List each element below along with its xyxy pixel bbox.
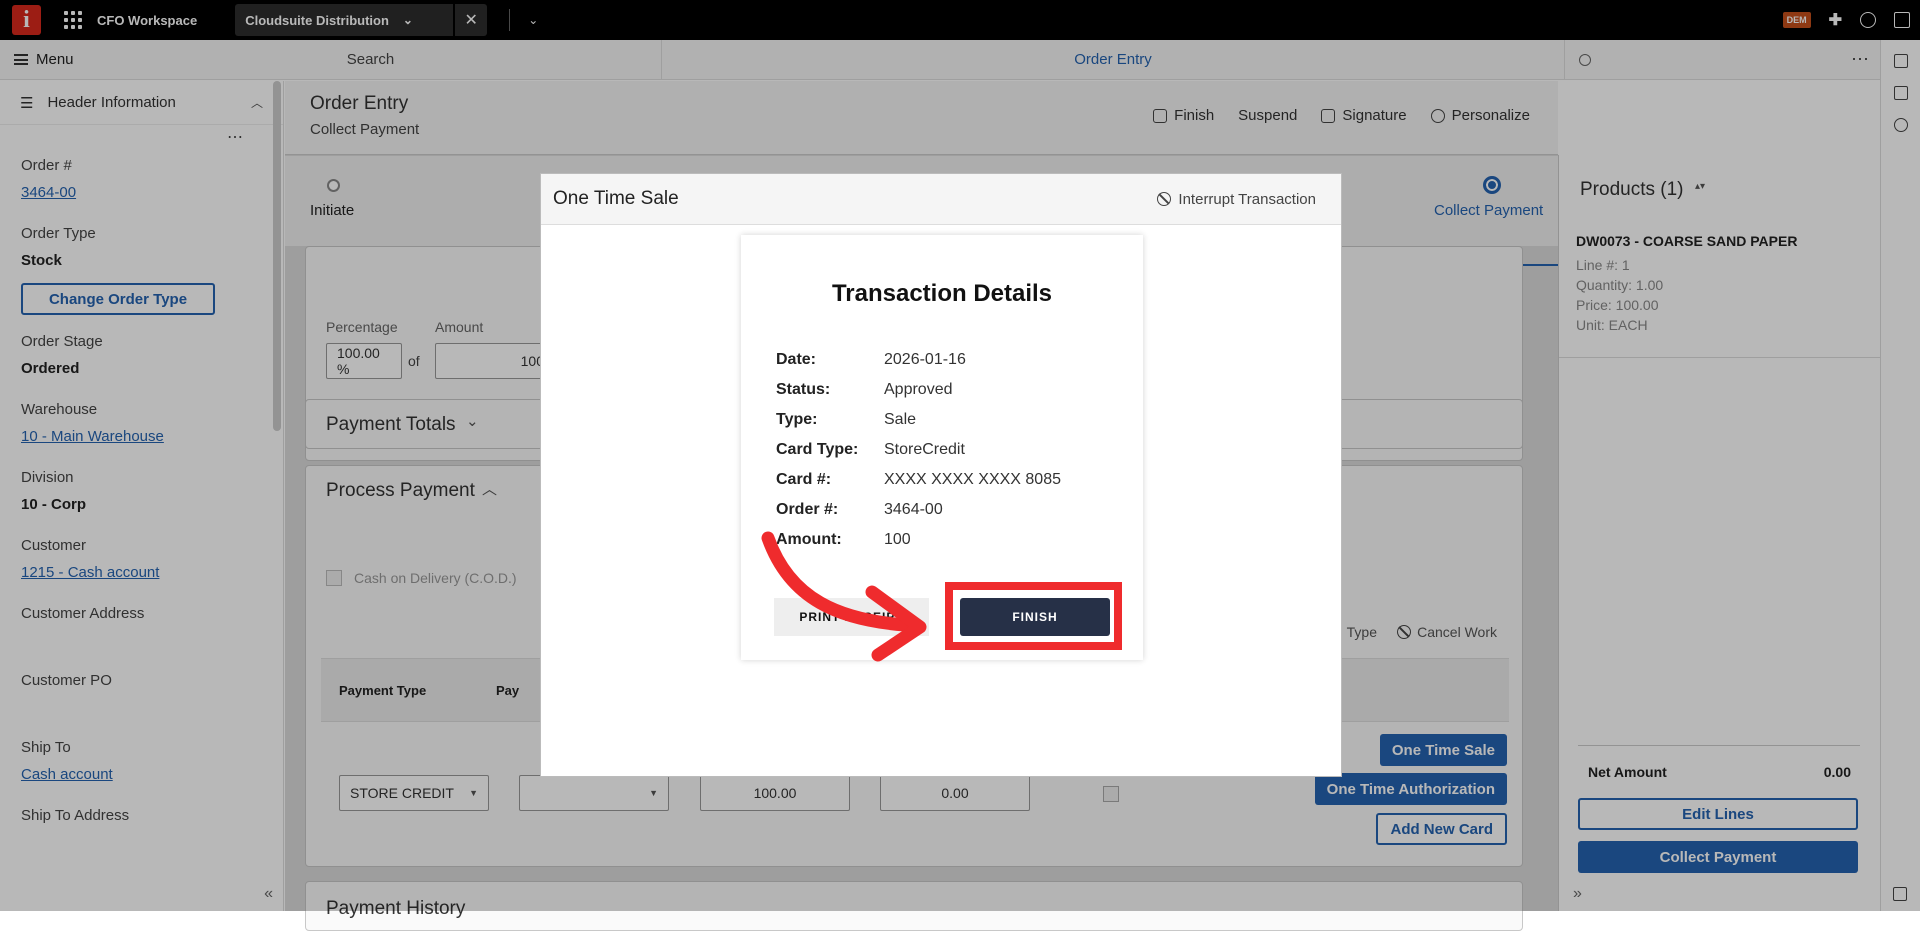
- tx-row-status: Status: Approved: [776, 381, 953, 399]
- tx-value: Sale: [884, 411, 917, 428]
- tx-row-type: Type: Sale: [776, 411, 916, 429]
- tx-value: 100: [884, 531, 911, 548]
- tx-row-card-type: Card Type: StoreCredit: [776, 441, 965, 459]
- tx-row-amount: Amount: 100: [776, 531, 911, 549]
- tx-label: Card #:: [776, 471, 832, 488]
- tx-label: Amount:: [776, 531, 842, 548]
- tx-row-card-number: Card #: XXXX XXXX XXXX 8085: [776, 471, 1061, 489]
- tx-value: 2026-01-16: [884, 351, 966, 368]
- annotation-highlight-box: [945, 582, 1122, 650]
- print-receipt-button[interactable]: PRINT RECEIPT: [774, 598, 929, 636]
- tx-value: XXXX XXXX XXXX 8085: [884, 471, 1061, 488]
- transaction-details-title: Transaction Details: [831, 280, 1053, 307]
- one-time-sale-dialog: One Time Sale Interrupt Transaction Tran…: [540, 173, 1342, 777]
- tx-label: Card Type:: [776, 441, 859, 458]
- tx-label: Order #:: [776, 501, 839, 518]
- ban-icon: [1157, 192, 1172, 206]
- interrupt-label: Interrupt Transaction: [1178, 190, 1316, 208]
- tx-row-order-number: Order #: 3464-00: [776, 501, 943, 519]
- tx-label: Type:: [776, 411, 818, 428]
- dialog-header: One Time Sale Interrupt Transaction: [541, 174, 1341, 225]
- interrupt-transaction-button[interactable]: Interrupt Transaction: [1157, 191, 1316, 208]
- dialog-title: One Time Sale: [553, 188, 679, 209]
- tx-label: Date:: [776, 351, 817, 368]
- tx-value: 3464-00: [884, 501, 943, 518]
- tx-value: StoreCredit: [884, 441, 965, 458]
- tx-value: Approved: [884, 381, 953, 398]
- tx-label: Status:: [776, 381, 831, 398]
- tx-row-date: Date: 2026-01-16: [776, 351, 966, 369]
